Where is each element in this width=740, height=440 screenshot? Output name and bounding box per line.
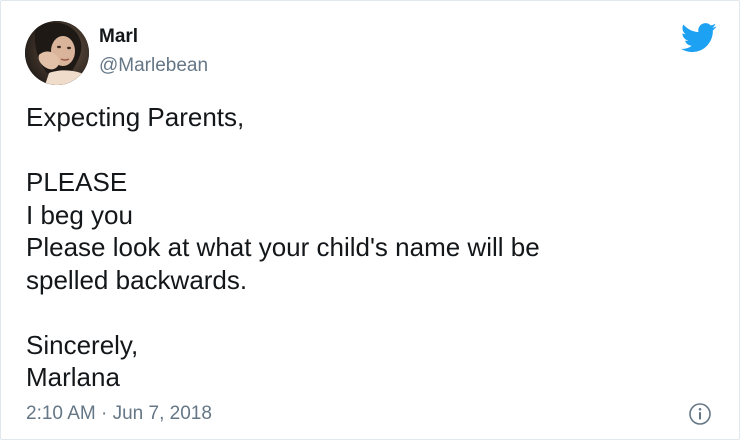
tweet-text: Expecting Parents, PLEASE I beg you Plea…: [26, 102, 540, 392]
avatar-image: [25, 21, 89, 85]
tweet-card: Marl @Marlebean Expecting Parents, PLEAS…: [0, 0, 740, 440]
info-icon[interactable]: [688, 402, 712, 426]
avatar[interactable]: [25, 21, 89, 85]
tweet-timestamp[interactable]: 2:10 AM · Jun 7, 2018: [26, 403, 212, 425]
twitter-bird-icon[interactable]: [680, 23, 717, 53]
display-name[interactable]: Marl: [99, 26, 138, 48]
user-handle[interactable]: @Marlebean: [99, 55, 208, 77]
